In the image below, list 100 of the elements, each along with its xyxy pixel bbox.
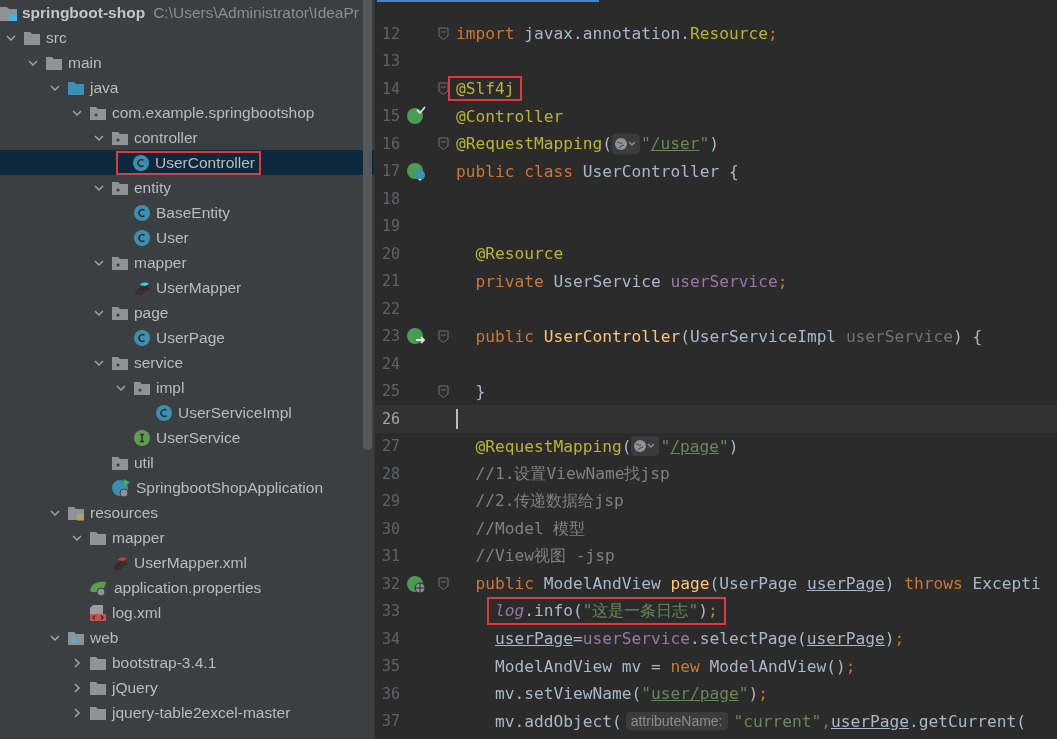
line-number: 32	[380, 574, 400, 593]
folder-icon	[89, 529, 107, 546]
fold-icon[interactable]	[438, 577, 449, 591]
tree-item-label: UserController	[155, 153, 255, 172]
code-text: public class UserController {	[456, 161, 739, 181]
tree-item[interactable]: User	[0, 225, 374, 250]
tree-item[interactable]: log.xml	[0, 600, 374, 625]
tree-item[interactable]: impl	[0, 375, 374, 400]
code-text: public UserController(UserServiceImpl userService) {	[475, 326, 983, 346]
tree-item[interactable]: com.example.springbootshop	[0, 100, 374, 125]
code-text: @Controller	[456, 106, 564, 126]
tree-item[interactable]: main	[0, 50, 374, 75]
package-folder-icon	[111, 129, 129, 146]
fold-icon[interactable]	[438, 384, 449, 398]
project-path: C:\Users\Administrator\IdeaPr	[153, 3, 359, 22]
tree-item[interactable]: UserService	[0, 425, 374, 450]
package-folder-icon	[111, 354, 129, 371]
line-number: 33	[380, 602, 400, 621]
folder-icon	[89, 704, 107, 721]
tree-item[interactable]: SpringbootShopApplication	[0, 475, 374, 500]
tree-item[interactable]: UserMapper	[0, 275, 374, 300]
tree-item[interactable]: UserMapper.xml	[0, 550, 374, 575]
line-number: 20	[380, 244, 400, 263]
tree-item[interactable]: jquery-table2excel-master	[0, 700, 374, 725]
chevron-icon[interactable]	[71, 681, 83, 694]
tree-item[interactable]: entity	[0, 175, 374, 200]
bean-icon[interactable]	[405, 326, 426, 347]
tree-item-label: service	[134, 353, 184, 372]
tree-item-label: entity	[134, 178, 172, 197]
code-text: "current",userPage.getCurrent(	[733, 711, 1026, 731]
project-name: springboot-shop	[22, 3, 146, 22]
class-icon	[132, 153, 150, 172]
bean-icon[interactable]	[405, 106, 426, 127]
code-text: //View视图 -jsp	[475, 545, 615, 568]
line-number: 16	[380, 134, 400, 153]
class-icon	[155, 403, 173, 422]
code-text: @RequestMapping(	[475, 436, 632, 456]
code-text: log.info("这是一条日志");	[495, 600, 718, 623]
line-number: 37	[380, 712, 400, 731]
package-folder-icon	[111, 454, 129, 471]
class-icon	[133, 328, 151, 347]
line-number: 19	[380, 217, 400, 236]
tree-item[interactable]: mapper	[0, 525, 374, 550]
bean-icon[interactable]	[405, 573, 426, 594]
line-number: 26	[380, 409, 400, 428]
line-number: 14	[380, 79, 400, 98]
tree-item-label: main	[68, 53, 102, 72]
code-text: import javax.annotation.Resource;	[456, 24, 778, 44]
tree-item[interactable]: controller	[0, 125, 374, 150]
tree-item[interactable]: application.properties	[0, 575, 374, 600]
class-icon	[133, 203, 151, 222]
tree-item[interactable]: jQuery	[0, 675, 374, 700]
tree-item[interactable]: UserServiceImpl	[0, 400, 374, 425]
chevron-icon[interactable]	[71, 656, 83, 669]
tree-item[interactable]: BaseEntity	[0, 200, 374, 225]
tree-item[interactable]: resources	[0, 500, 374, 525]
tree-item[interactable]: web	[0, 625, 374, 650]
tree-item[interactable]: UserController	[0, 150, 374, 175]
tree-item-label: page	[134, 303, 169, 322]
tree-item[interactable]: page	[0, 300, 374, 325]
tree-item[interactable]: UserPage	[0, 325, 374, 350]
tree-item-label: SpringbootShopApplication	[136, 478, 323, 497]
tree-item-label: jquery-table2excel-master	[112, 703, 291, 722]
code-text: userPage=userService.selectPage(userPage);	[495, 629, 905, 649]
line-number: 28	[380, 464, 400, 483]
code-text: "/page")	[660, 436, 739, 456]
tree-item-label: BaseEntity	[156, 203, 231, 222]
tree-item[interactable]: util	[0, 450, 374, 475]
chevron-icon[interactable]	[71, 706, 83, 719]
line-number: 36	[380, 684, 400, 703]
fold-icon[interactable]	[438, 82, 449, 96]
scrollbar[interactable]	[363, 0, 372, 450]
line-number: 15	[380, 107, 400, 126]
fold-icon[interactable]	[438, 27, 449, 41]
tree-item-label: impl	[156, 378, 185, 397]
line-number: 12	[380, 24, 400, 43]
line-number: 31	[380, 547, 400, 566]
line-number: 27	[380, 437, 400, 456]
tree-item-label: UserService	[156, 428, 241, 447]
code-text: "/user")	[640, 134, 719, 154]
tree-item-label: UserPage	[156, 328, 225, 347]
tree-item[interactable]: mapper	[0, 250, 374, 275]
tree-item[interactable]: src	[0, 25, 374, 50]
url-globe-icon[interactable]	[611, 133, 640, 154]
fold-icon[interactable]	[438, 329, 449, 343]
code-text: }	[475, 381, 486, 401]
app-class-icon	[111, 477, 131, 498]
fold-icon[interactable]	[438, 137, 449, 151]
tree-item-label: jQuery	[112, 678, 158, 697]
web-folder-icon	[67, 629, 85, 646]
tree-item[interactable]: bootstrap-3.4.1	[0, 650, 374, 675]
line-number: 21	[380, 272, 400, 291]
line-number: 18	[380, 189, 400, 208]
tree-item[interactable]: service	[0, 350, 374, 375]
tree-item-label: controller	[134, 128, 198, 147]
package-folder-icon	[89, 104, 107, 121]
tree-item[interactable]: java	[0, 75, 374, 100]
tree-item-label: util	[134, 453, 154, 472]
url-globe-icon[interactable]	[631, 436, 660, 457]
package-folder-icon	[133, 379, 151, 396]
